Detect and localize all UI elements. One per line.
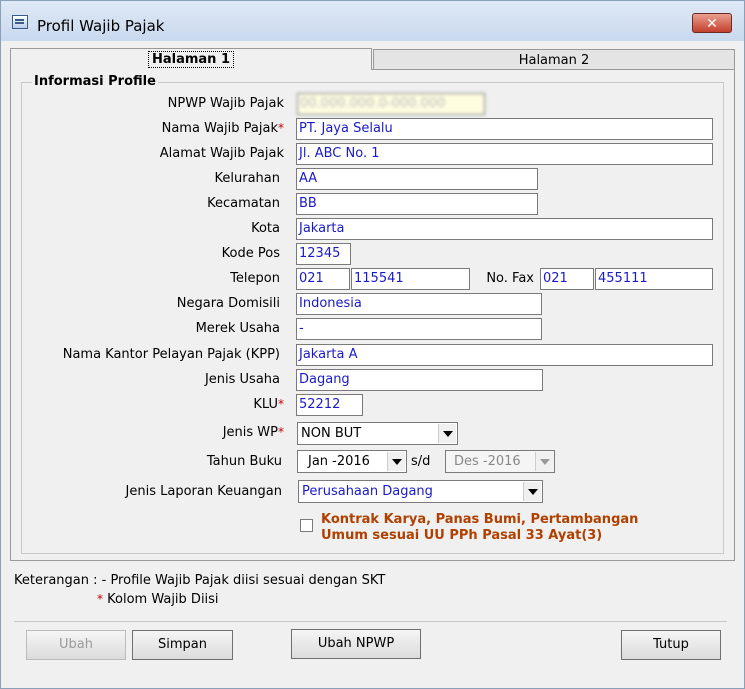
required-mark: * (278, 397, 284, 411)
kecamatan-field[interactable]: BB (296, 193, 538, 215)
tab-halaman-1[interactable]: Halaman 1 (10, 48, 372, 70)
window-app-icon (12, 15, 28, 29)
ubah-npwp-button[interactable]: Ubah NPWP (291, 629, 421, 659)
chevron-down-icon[interactable] (387, 452, 405, 471)
required-mark: * (97, 592, 103, 606)
kontrak-karya-label-line1: Kontrak Karya, Panas Bumi, Pertambangan (321, 512, 639, 527)
alamat-label: Alamat Wajib Pajak (159, 146, 284, 161)
ubah-button: Ubah (26, 630, 126, 660)
npwp-field: 00.000.000.0-000.000 (297, 93, 485, 115)
kelurahan-field[interactable]: AA (296, 168, 538, 190)
kontrak-karya-checkbox[interactable] (300, 519, 313, 532)
kecamatan-label: Kecamatan (207, 196, 280, 211)
kode-pos-label: Kode Pos (221, 246, 280, 261)
telepon-area-field[interactable]: 021 (296, 268, 350, 290)
tahun-buku-start-select[interactable]: Jan -2016 (297, 450, 407, 473)
fax-label: No. Fax (486, 271, 534, 286)
divider (14, 621, 727, 622)
keterangan-note: Keterangan : - Profile Wajib Pajak diisi… (14, 573, 386, 588)
chevron-down-icon (535, 452, 553, 471)
jenis-wp-value: NON BUT (301, 426, 362, 441)
klu-label: KLU* (61, 397, 284, 412)
tahun-buku-start-value: Jan -2016 (308, 454, 370, 469)
jenis-wp-label: Jenis WP* (61, 425, 284, 440)
window-title: Profil Wajib Pajak (37, 17, 165, 35)
kode-pos-field[interactable]: 12345 (296, 243, 351, 265)
kontrak-karya-label[interactable]: Kontrak Karya, Panas Bumi, Pertambangan … (321, 512, 638, 544)
merek-usaha-field[interactable]: - (296, 318, 542, 340)
profil-wajib-pajak-window: Profil Wajib Pajak ✕ Halaman 1 Halaman 2… (0, 0, 745, 689)
merek-usaha-label: Merek Usaha (195, 321, 280, 336)
telepon-label: Telepon (230, 271, 280, 286)
group-title: Informasi Profile (32, 74, 158, 89)
tahun-buku-end-value: Des -2016 (454, 454, 521, 469)
fax-area-field[interactable]: 021 (540, 268, 594, 290)
kpp-field[interactable]: Jakarta A (296, 344, 713, 366)
nama-wp-label-text: Nama Wajib Pajak (161, 121, 278, 136)
jenis-laporan-label: Jenis Laporan Keuangan (125, 484, 282, 499)
alamat-field[interactable]: Jl. ABC No. 1 (296, 143, 713, 165)
jenis-usaha-field[interactable]: Dagang (296, 369, 543, 391)
nama-wp-label: Nama Wajib Pajak* (61, 121, 284, 136)
required-mark: * (278, 121, 284, 135)
nama-wp-field[interactable]: PT. Jaya Selalu (296, 118, 713, 140)
kota-label: Kota (251, 221, 280, 236)
tab-halaman-1-label: Halaman 1 (147, 51, 235, 68)
jenis-laporan-value: Perusahaan Dagang (302, 484, 433, 499)
chevron-down-icon[interactable] (523, 482, 541, 501)
jenis-wp-select[interactable]: NON BUT (297, 422, 458, 445)
required-mark: * (278, 425, 284, 439)
simpan-button[interactable]: Simpan (132, 630, 233, 660)
tutup-button[interactable]: Tutup (621, 630, 721, 660)
kontrak-karya-label-line2: Umum sesuai UU PPh Pasal 33 Ayat(3) (321, 528, 603, 543)
kelurahan-label: Kelurahan (214, 171, 280, 186)
negara-field[interactable]: Indonesia (296, 293, 542, 315)
kota-field[interactable]: Jakarta (296, 218, 713, 240)
required-note-text: Kolom Wajib Diisi (107, 592, 219, 607)
jenis-wp-label-text: Jenis WP (222, 425, 278, 440)
negara-label: Negara Domisili (176, 296, 280, 311)
required-note: * Kolom Wajib Diisi (97, 592, 219, 607)
tahun-buku-end-select: Des -2016 (445, 450, 555, 473)
tahun-buku-separator: s/d (411, 454, 431, 469)
npwp-label: NPWP Wajib Pajak (167, 96, 284, 111)
kpp-label: Nama Kantor Pelayan Pajak (KPP) (62, 347, 280, 362)
tab-halaman-2[interactable]: Halaman 2 (373, 49, 735, 71)
close-button[interactable]: ✕ (692, 13, 732, 33)
jenis-laporan-select[interactable]: Perusahaan Dagang (298, 480, 543, 503)
title-bar: Profil Wajib Pajak ✕ (1, 1, 744, 41)
fax-number-field[interactable]: 455111 (595, 268, 713, 290)
tahun-buku-label: Tahun Buku (206, 454, 282, 469)
jenis-usaha-label: Jenis Usaha (204, 372, 280, 387)
telepon-number-field[interactable]: 115541 (351, 268, 470, 290)
klu-field[interactable]: 52212 (296, 394, 363, 416)
klu-label-text: KLU (253, 397, 278, 412)
chevron-down-icon[interactable] (438, 424, 456, 443)
